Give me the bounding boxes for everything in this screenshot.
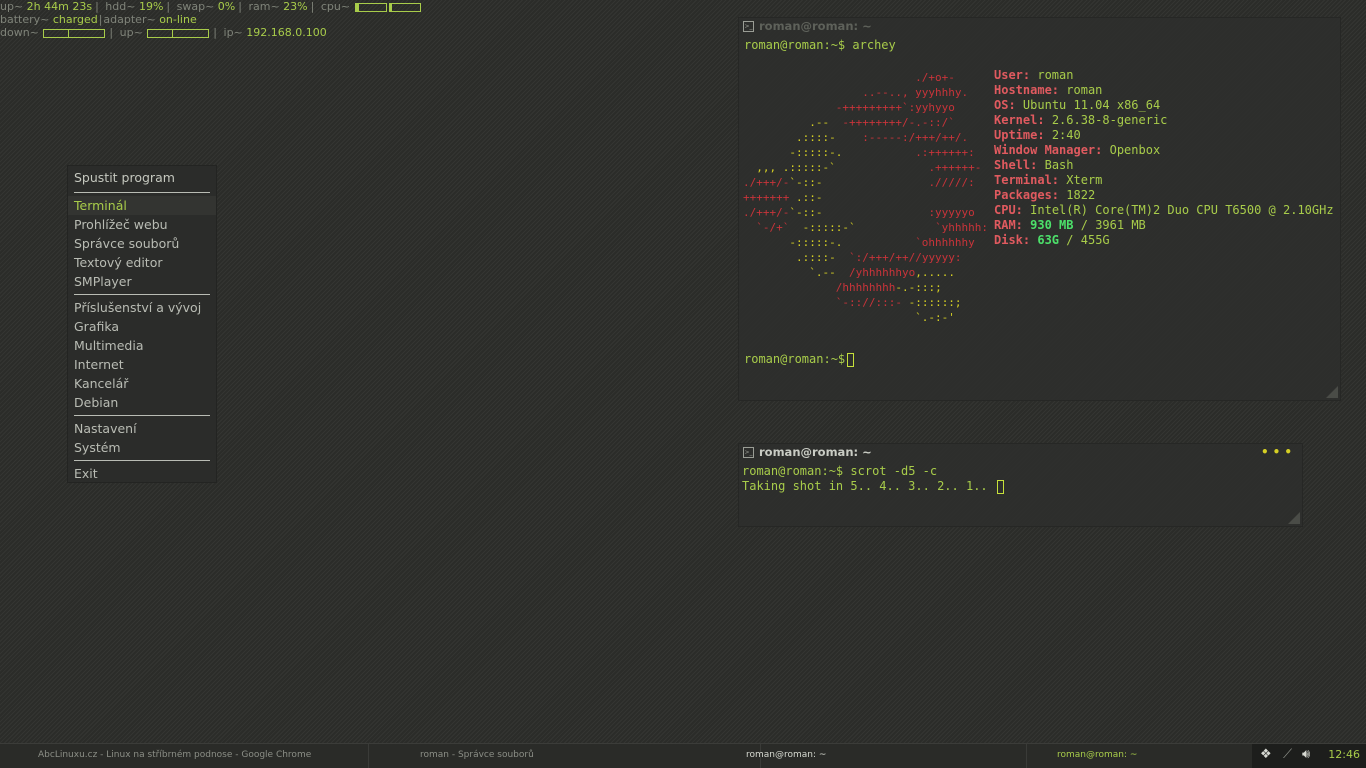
task-terminal-1[interactable]: roman@roman: ~ — [710, 744, 1027, 768]
cpu1-bar — [388, 2, 421, 12]
resize-grip-icon[interactable] — [1326, 386, 1338, 398]
upload-label: up~ — [119, 26, 143, 39]
dropbox-icon[interactable]: ❖ — [1260, 748, 1272, 762]
swap-label: swap~ — [176, 0, 215, 13]
menu-item-multimedia[interactable]: Multimedia — [68, 336, 216, 355]
menu-title: Spustit program — [74, 170, 175, 185]
ubuntu-ascii-logo: ./+o+- ..--.., yyyhhhy. -+++++++++`:yyhy… — [743, 71, 989, 324]
prompt: roman@roman:~$ — [742, 464, 844, 478]
terminal-window-scrot[interactable]: >_ roman@roman: ~ ••• roman@roman:~$ scr… — [739, 444, 1302, 526]
system-tray: ❖ ⟋ 🔊︎ 12:46 — [1252, 744, 1366, 768]
menu-separator — [74, 460, 210, 461]
resize-grip-icon[interactable] — [1288, 512, 1300, 524]
task-chrome[interactable]: AbcLinuxu.cz - Linux na stříbrném podnos… — [4, 744, 369, 768]
command-line: roman@roman:~$ archey — [744, 38, 896, 53]
menu-separator — [74, 415, 210, 416]
adapter-value: on-line — [159, 13, 197, 26]
battery-value: charged — [52, 13, 98, 26]
menu-separator — [74, 192, 210, 193]
command-text: scrot -d5 -c — [850, 464, 938, 478]
menu-item-exit[interactable]: Exit — [68, 464, 216, 483]
cpu-label: cpu~ — [320, 0, 351, 13]
terminal-titlebar[interactable]: >_ roman@roman: ~ ••• — [739, 444, 1302, 460]
command-text: archey — [852, 38, 896, 52]
terminal-title: roman@roman: ~ — [759, 445, 872, 459]
terminal-titlebar[interactable]: >_ roman@roman: ~ — [739, 18, 1340, 34]
command-line: roman@roman:~$ scrot -d5 -c — [742, 464, 937, 479]
taskbar: AbcLinuxu.cz - Linux na stříbrném podnos… — [0, 743, 1366, 768]
swap-value: 0% — [217, 0, 236, 13]
window-buttons-icon[interactable]: ••• — [1261, 444, 1296, 460]
prompt: roman@roman:~$ — [744, 352, 846, 366]
volume-icon[interactable]: 🔊︎ — [1302, 748, 1310, 762]
battery-label: battery~ — [0, 13, 50, 26]
command-output: Taking shot in 5.. 4.. 3.. 2.. 1.. — [742, 479, 1004, 494]
menu-item-file-manager[interactable]: Správce souborů — [68, 234, 216, 253]
uptime-value: 2h 44m 23s — [26, 0, 93, 13]
text-cursor — [847, 352, 855, 367]
ram-label: ram~ — [248, 0, 280, 13]
clock[interactable]: 12:46 — [1328, 744, 1360, 766]
download-label: down~ — [0, 26, 39, 39]
menu-item-smplayer[interactable]: SMPlayer — [68, 272, 216, 291]
task-terminal-2[interactable]: roman@roman: ~ — [1026, 744, 1278, 768]
terminal-icon: >_ — [743, 447, 754, 458]
conky-monitor: up~ 2h 44m 23s | hdd~ 19% | swap~ 0% | ram~… — [0, 0, 422, 39]
terminal-icon: >_ — [743, 21, 754, 32]
hdd-value: 19% — [138, 0, 164, 13]
download-graph — [43, 28, 106, 38]
menu-item-text-editor[interactable]: Textový editor — [68, 253, 216, 272]
archey-system-info: User: roman Hostname: roman OS: Ubuntu 1… — [994, 68, 1334, 247]
menu-item-settings[interactable]: Nastavení — [68, 419, 216, 438]
ip-label: ip~ — [223, 26, 243, 39]
ip-value: 192.168.0.100 — [246, 26, 327, 39]
menu-item-debian[interactable]: Debian — [68, 393, 216, 412]
menu-item-graphics[interactable]: Grafika — [68, 317, 216, 336]
terminal-window-archey[interactable]: >_ roman@roman: ~ roman@roman:~$ archey … — [739, 18, 1340, 400]
network-icon[interactable]: ⟋ — [1283, 748, 1292, 762]
menu-item-internet[interactable]: Internet — [68, 355, 216, 374]
adapter-label: adapter~ — [103, 13, 156, 26]
menu-separator — [74, 294, 210, 295]
menu-item-web-browser[interactable]: Prohlížeč webu — [68, 215, 216, 234]
uptime-label: up~ — [0, 0, 24, 13]
terminal-title: roman@roman: ~ — [759, 19, 872, 33]
upload-graph — [147, 28, 210, 38]
output-text: Taking shot in 5.. 4.. 3.. 2.. 1.. — [742, 479, 988, 493]
root-menu: Spustit program Terminál Prohlížeč webu … — [68, 166, 216, 482]
menu-item-system[interactable]: Systém — [68, 438, 216, 457]
ram-value: 23% — [283, 0, 308, 13]
menu-item-accessories[interactable]: Příslušenství a vývoj — [68, 298, 216, 317]
menu-item-office[interactable]: Kancelář — [68, 374, 216, 393]
menu-item-terminal[interactable]: Terminál — [68, 196, 216, 215]
hdd-label: hdd~ — [105, 0, 136, 13]
text-cursor — [996, 479, 1004, 494]
command-line: roman@roman:~$ — [744, 352, 855, 367]
prompt: roman@roman:~$ — [744, 38, 846, 52]
task-file-manager[interactable]: roman - Správce souborů — [370, 744, 761, 768]
cpu0-bar — [354, 2, 387, 12]
